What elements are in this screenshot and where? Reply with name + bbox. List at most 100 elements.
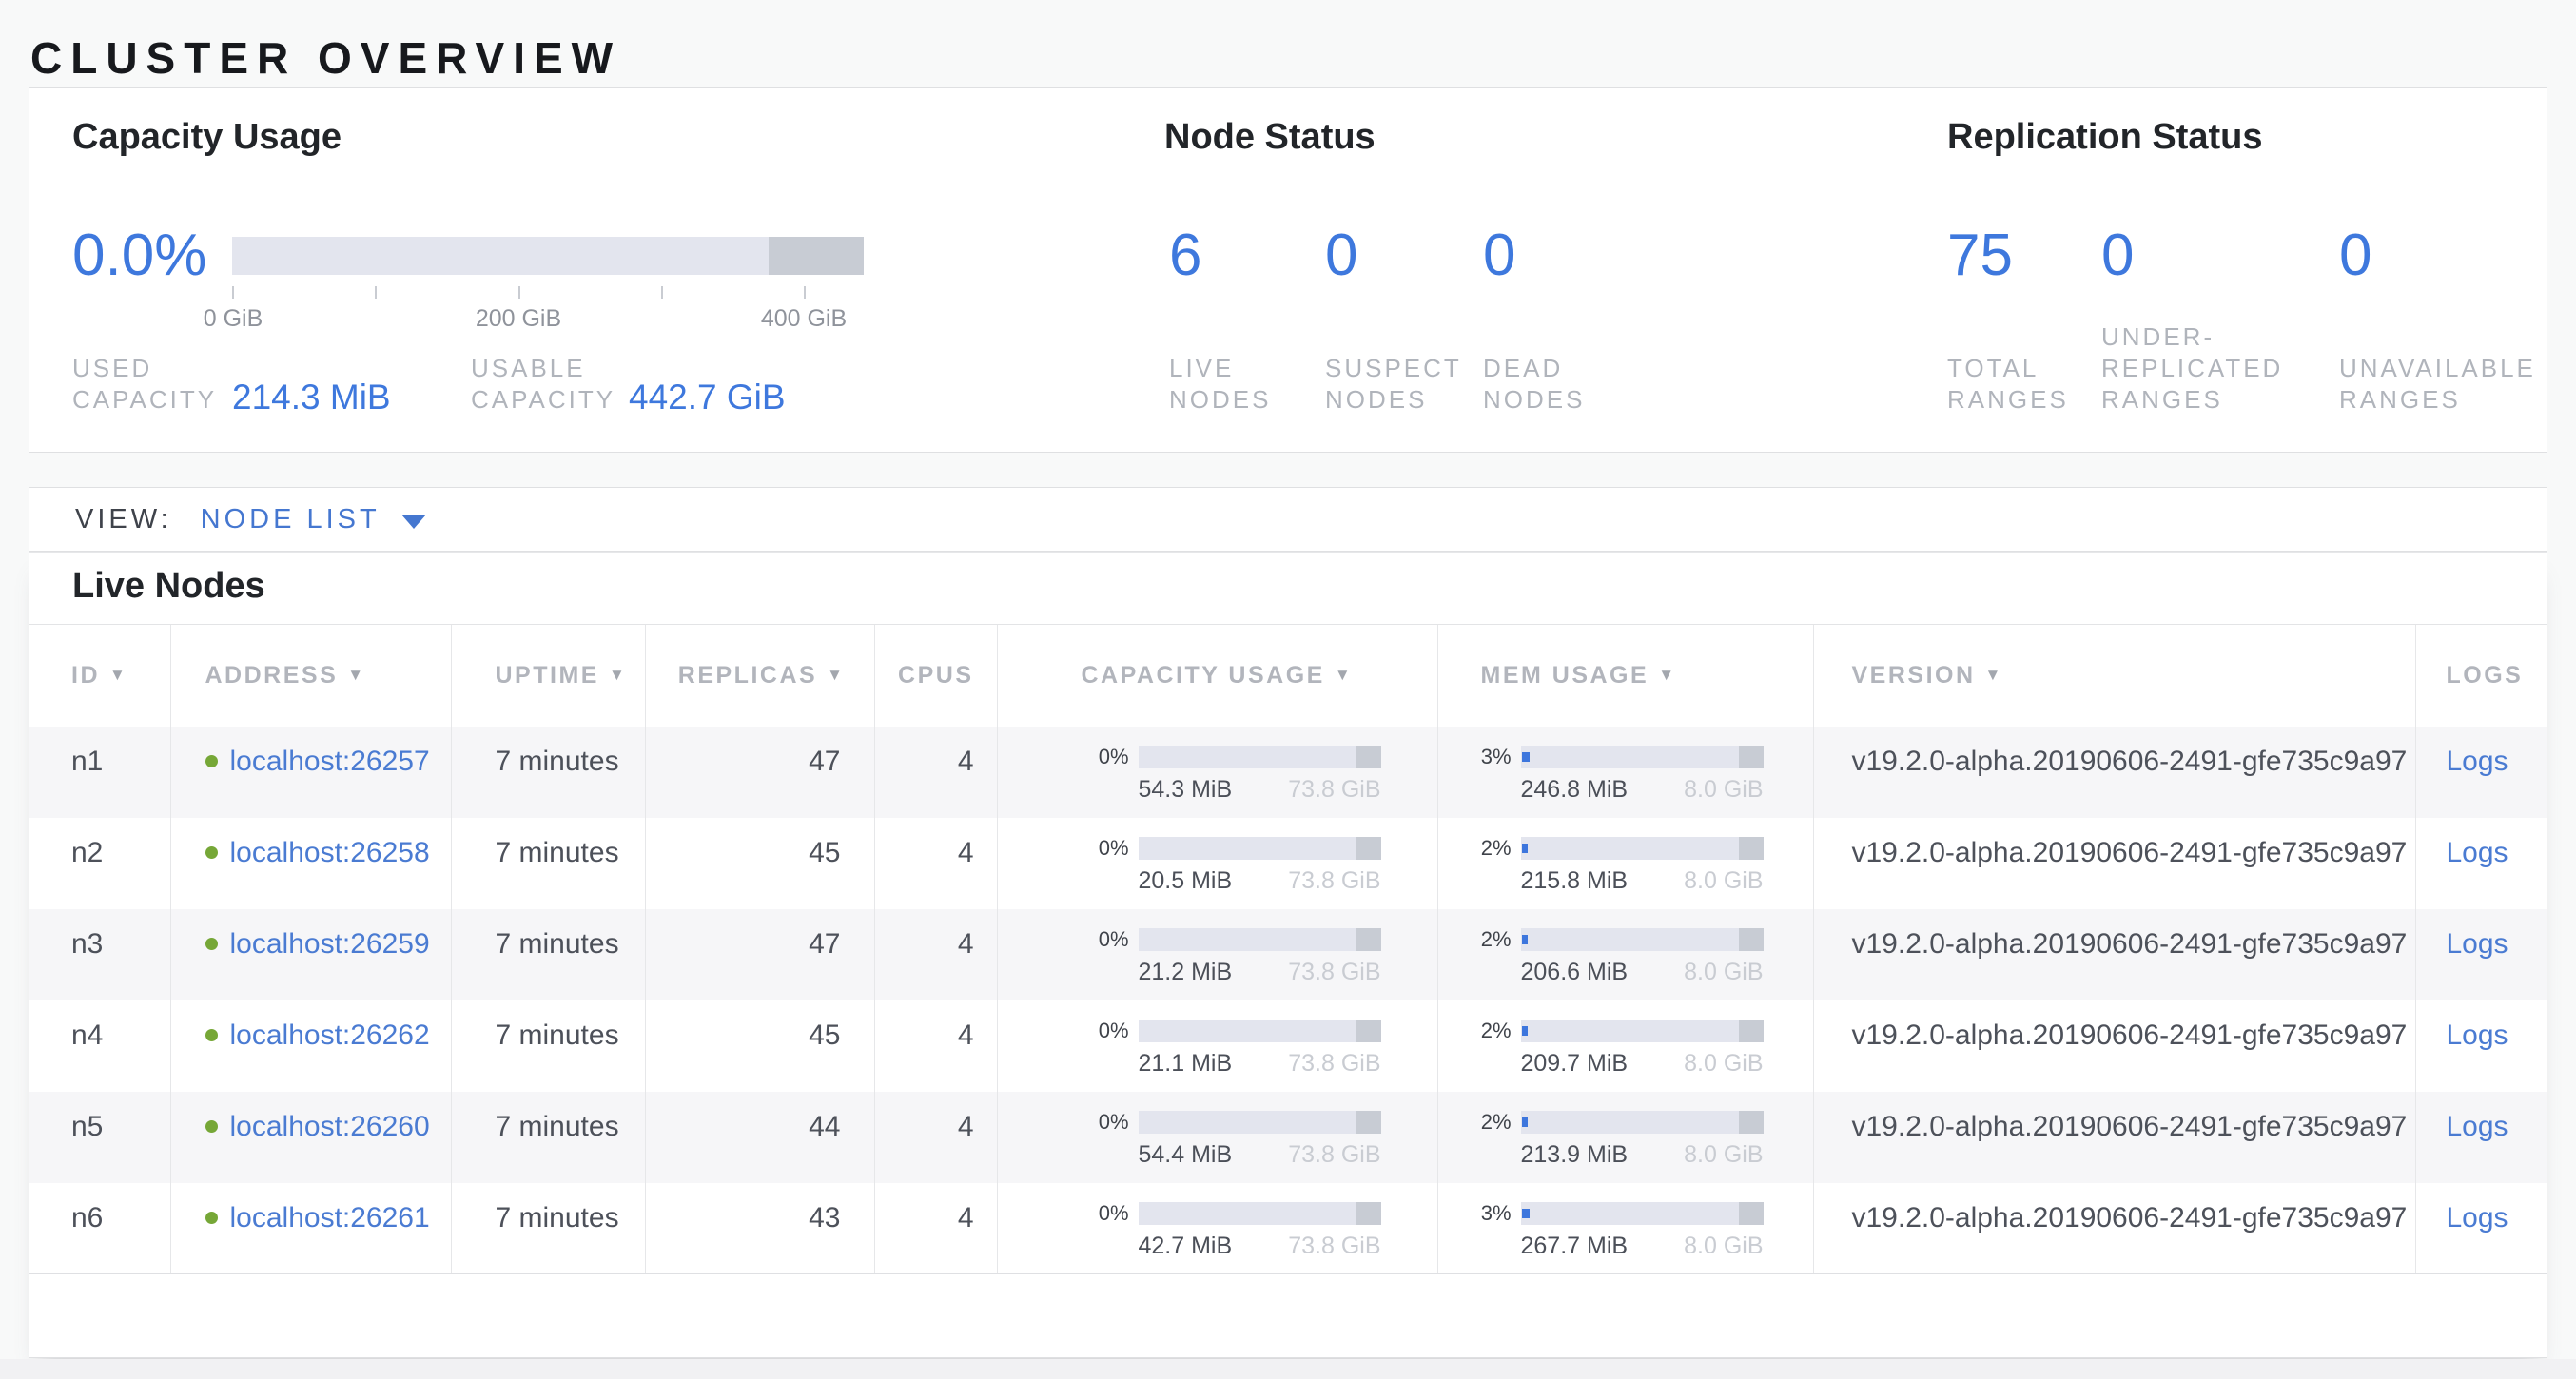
total-ranges-count: 75 [1947, 220, 2013, 292]
node-id-cell: n3 [29, 909, 170, 1000]
mem-reserved-segment [1739, 1111, 1764, 1134]
node-replicas-cell: 44 [645, 1092, 874, 1183]
node-version-cell: v19.2.0-alpha.20190606-2491-gfe735c9a97 [1813, 727, 2415, 818]
column-header-replicas[interactable]: REPLICAS▼ [645, 625, 874, 727]
mem-used-value: 215.8 MiB [1521, 867, 1629, 895]
sort-arrow-icon: ▼ [1335, 666, 1353, 684]
capacity-percent-label: 0% [998, 835, 1129, 861]
node-logs-cell: Logs [2415, 909, 2547, 1000]
logs-link[interactable]: Logs [2447, 746, 2508, 777]
node-live-status-icon [205, 1029, 218, 1041]
logs-link[interactable]: Logs [2447, 837, 2508, 868]
node-address-link[interactable]: localhost:26262 [230, 1020, 430, 1051]
mem-used-value: 206.6 MiB [1521, 959, 1629, 986]
replication-status-heading: Replication Status [1947, 117, 2263, 158]
capacity-used-value: 54.4 MiB [1139, 1141, 1233, 1169]
node-uptime-cell: 7 minutes [451, 818, 645, 909]
logs-link[interactable]: Logs [2447, 1202, 2508, 1233]
capacity-reserved-segment [1356, 1020, 1381, 1042]
column-header-mem-usage[interactable]: MEM USAGE▼ [1437, 625, 1813, 727]
column-header-capacity-usage[interactable]: CAPACITY USAGE▼ [997, 625, 1437, 727]
capacity-reserved-segment [1356, 746, 1381, 768]
mem-total-value: 8.0 GiB [1684, 1141, 1763, 1169]
node-table-row: n1 localhost:26257 7 minutes 47 4 0% [29, 727, 2547, 818]
node-mem-usage-cell: 2% 206.6 MiB 8.0 GiB [1437, 909, 1813, 1000]
node-table-row: n3 localhost:26259 7 minutes 47 4 0% [29, 909, 2547, 1000]
suspect-nodes-count: 0 [1325, 220, 1357, 292]
node-address-cell: localhost:26257 [170, 727, 451, 818]
mem-used-segment [1522, 1026, 1528, 1036]
axis-label-200: 200 GiB [442, 305, 595, 333]
sort-arrow-icon: ▼ [109, 666, 127, 684]
usable-capacity-label: USABLE CAPACITY [471, 353, 615, 416]
mem-percent-label: 2% [1438, 926, 1512, 952]
capacity-reserved-segment [1356, 1111, 1381, 1134]
node-cpus-cell: 4 [874, 909, 997, 1000]
mem-used-segment [1522, 844, 1528, 853]
column-header-address[interactable]: ADDRESS▼ [170, 625, 451, 727]
node-replicas-cell: 43 [645, 1183, 874, 1274]
capacity-usage-bar [1139, 746, 1381, 768]
node-id-cell: n1 [29, 727, 170, 818]
node-version-cell: v19.2.0-alpha.20190606-2491-gfe735c9a97 [1813, 1092, 2415, 1183]
capacity-percent-label: 0% [998, 1109, 1129, 1135]
column-header-version[interactable]: VERSION▼ [1813, 625, 2415, 727]
page-title: CLUSTER OVERVIEW [30, 32, 621, 84]
capacity-used-value: 21.2 MiB [1139, 959, 1233, 986]
mem-used-segment [1522, 752, 1530, 762]
mem-percent-label: 3% [1438, 744, 1512, 769]
column-header-uptime[interactable]: UPTIME▼ [451, 625, 645, 727]
node-id-cell: n6 [29, 1183, 170, 1274]
node-cpus-cell: 4 [874, 818, 997, 909]
mem-percent-label: 2% [1438, 835, 1512, 861]
mem-usage-bar [1521, 746, 1764, 768]
total-ranges-label: TOTAL RANGES [1947, 353, 2069, 416]
cluster-summary-card: Capacity Usage 0.0% 0 GiB 200 GiB 400 Gi… [29, 87, 2547, 453]
mem-total-value: 8.0 GiB [1684, 867, 1763, 895]
column-header-id[interactable]: ID▼ [29, 625, 170, 727]
node-address-link[interactable]: localhost:26261 [230, 1202, 430, 1233]
node-mem-usage-cell: 2% 213.9 MiB 8.0 GiB [1437, 1092, 1813, 1183]
node-live-status-icon [205, 1120, 218, 1133]
sort-arrow-icon: ▼ [1658, 666, 1676, 684]
node-table-row: n2 localhost:26258 7 minutes 45 4 0% [29, 818, 2547, 909]
live-nodes-label: LIVE NODES [1169, 353, 1271, 416]
node-live-status-icon [205, 846, 218, 859]
node-mem-usage-cell: 3% 267.7 MiB 8.0 GiB [1437, 1183, 1813, 1274]
capacity-total-value: 73.8 GiB [1288, 1141, 1380, 1169]
unavailable-ranges-label: UNAVAILABLE RANGES [2339, 353, 2536, 416]
usable-capacity-value: 442.7 GiB [629, 378, 786, 418]
capacity-percent-label: 0% [998, 744, 1129, 769]
node-address-link[interactable]: localhost:26258 [230, 837, 430, 868]
logs-link[interactable]: Logs [2447, 928, 2508, 960]
mem-total-value: 8.0 GiB [1684, 1233, 1763, 1260]
mem-usage-bar [1521, 928, 1764, 951]
mem-usage-bar [1521, 1111, 1764, 1134]
logs-link[interactable]: Logs [2447, 1020, 2508, 1051]
capacity-percent-label: 0% [998, 1018, 1129, 1043]
used-capacity-value: 214.3 MiB [232, 378, 391, 418]
node-uptime-cell: 7 minutes [451, 1183, 645, 1274]
node-uptime-cell: 7 minutes [451, 1092, 645, 1183]
view-dropdown[interactable]: NODE LIST [201, 504, 426, 535]
mem-percent-label: 2% [1438, 1018, 1512, 1043]
node-cpus-cell: 4 [874, 1183, 997, 1274]
node-replicas-cell: 45 [645, 818, 874, 909]
axis-tick [518, 286, 520, 299]
capacity-total-value: 73.8 GiB [1288, 776, 1380, 804]
sort-arrow-icon: ▼ [609, 666, 627, 684]
mem-reserved-segment [1739, 837, 1764, 860]
capacity-total-value: 73.8 GiB [1288, 1050, 1380, 1078]
node-address-link[interactable]: localhost:26257 [230, 746, 430, 777]
column-header-logs: LOGS [2415, 625, 2547, 727]
node-address-link[interactable]: localhost:26260 [230, 1111, 430, 1142]
node-capacity-usage-cell: 0% 21.1 MiB 73.8 GiB [997, 1000, 1437, 1092]
node-address-cell: localhost:26260 [170, 1092, 451, 1183]
node-uptime-cell: 7 minutes [451, 1000, 645, 1092]
under-replicated-label: UNDER- REPLICATED RANGES [2101, 321, 2283, 416]
logs-link[interactable]: Logs [2447, 1111, 2508, 1142]
mem-usage-bar [1521, 1202, 1764, 1225]
axis-label-400: 400 GiB [728, 305, 880, 333]
node-cpus-cell: 4 [874, 727, 997, 818]
node-address-link[interactable]: localhost:26259 [230, 928, 430, 960]
